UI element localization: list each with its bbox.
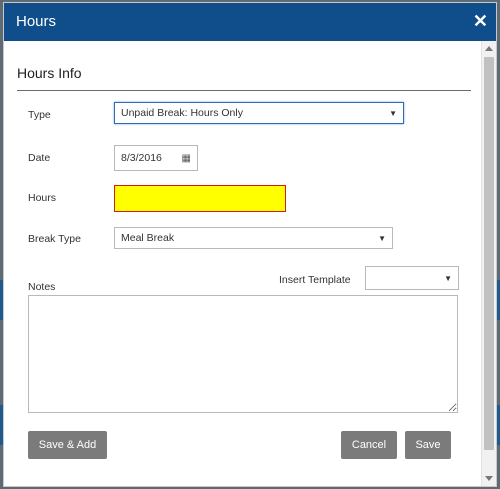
section-divider (17, 90, 471, 91)
scroll-down-arrow-icon[interactable] (485, 476, 493, 481)
dialog-header: Hours ✕ (4, 3, 496, 41)
insert-template-label: Insert Template (279, 274, 351, 286)
type-select-value: Unpaid Break: Hours Only (121, 107, 243, 119)
type-label: Type (28, 109, 51, 121)
chevron-down-icon: ▼ (444, 273, 452, 283)
type-select[interactable]: Unpaid Break: Hours Only ▼ (114, 102, 404, 124)
notes-label: Notes (28, 281, 56, 293)
break-type-value: Meal Break (121, 232, 175, 244)
save-button[interactable]: Save (405, 431, 451, 459)
hours-input[interactable] (114, 185, 286, 212)
save-and-add-button[interactable]: Save & Add (28, 431, 107, 459)
break-type-select[interactable]: Meal Break ▼ (114, 227, 393, 249)
chevron-down-icon: ▼ (378, 233, 386, 243)
dialog-title: Hours (16, 13, 57, 30)
scroll-up-arrow-icon[interactable] (485, 46, 493, 51)
section-title: Hours Info (17, 65, 82, 81)
chevron-down-icon: ▼ (389, 108, 397, 118)
break-type-label: Break Type (28, 233, 81, 245)
calendar-icon[interactable]: ▦ (182, 153, 191, 164)
date-value: 8/3/2016 (121, 152, 162, 164)
date-field[interactable]: 8/3/2016 ▦ (114, 145, 198, 171)
close-icon[interactable]: ✕ (473, 12, 488, 30)
cancel-button[interactable]: Cancel (341, 431, 397, 459)
date-label: Date (28, 152, 51, 164)
hours-dialog: Hours ✕ Hours Info Type Unpaid Break: Ho… (3, 2, 497, 487)
hours-label: Hours (28, 192, 57, 204)
insert-template-select[interactable]: ▼ (365, 266, 459, 290)
notes-textarea[interactable] (28, 295, 458, 413)
dialog-scrollbar[interactable] (481, 41, 496, 486)
scroll-thumb[interactable] (484, 57, 494, 450)
